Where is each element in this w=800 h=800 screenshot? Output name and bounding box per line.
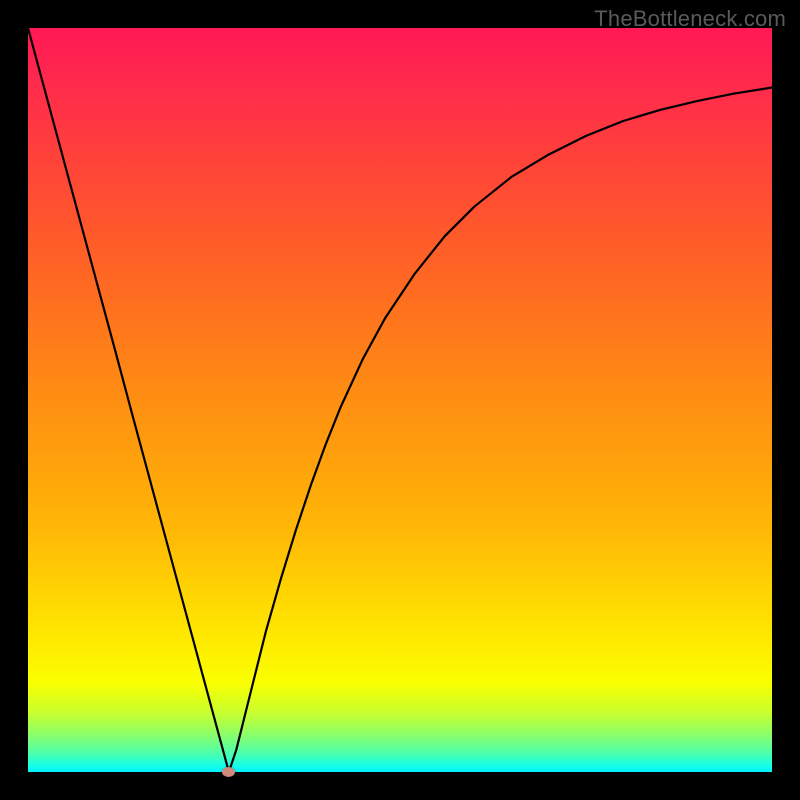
bottleneck-curve [28,28,772,772]
plot-area [28,28,772,772]
chart-container: TheBottleneck.com [0,0,800,800]
optimal-point-marker [222,767,235,777]
